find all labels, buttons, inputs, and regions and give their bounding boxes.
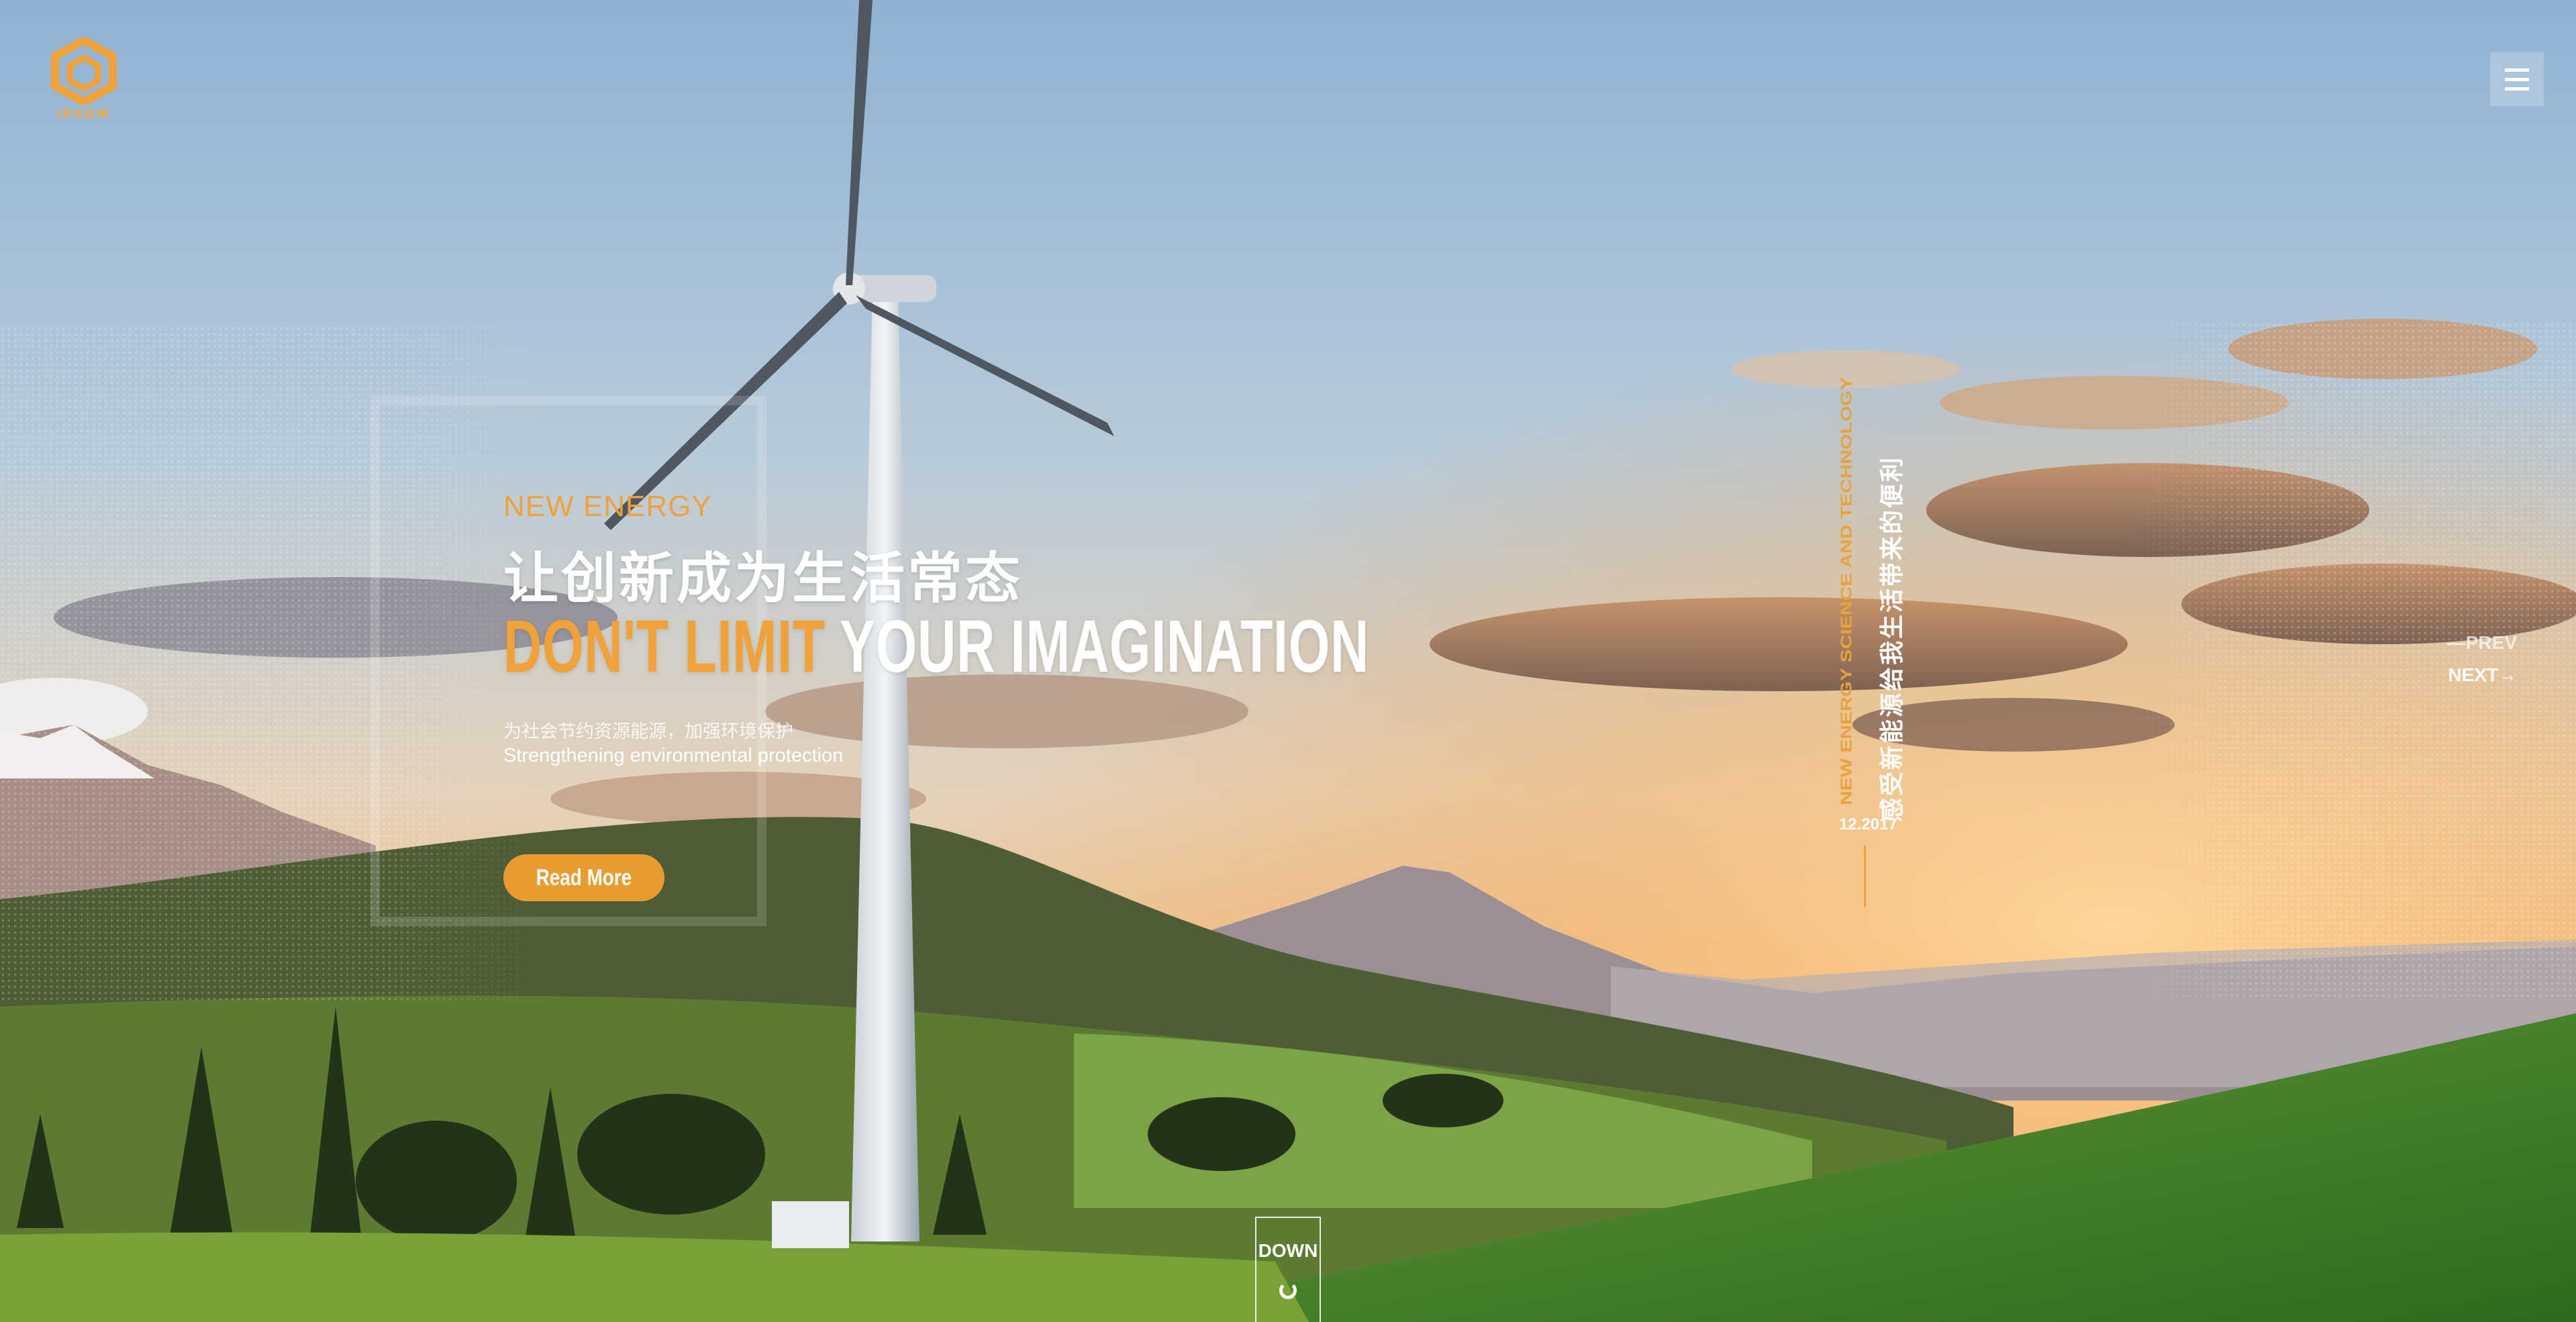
- hero-subtitle-en: Strengthening environmental protection: [503, 745, 844, 766]
- hexagon-logo-icon: [51, 38, 117, 105]
- arrow-right-icon: →: [2498, 664, 2517, 685]
- next-slide-button[interactable]: NEXT →: [2448, 664, 2517, 686]
- hero-subtitle-cn: 为社会节约资源能源，加强环境保护: [503, 721, 793, 742]
- dash-icon: —: [2446, 632, 2466, 653]
- side-caption-en: NEW ENERGY SCIENCE AND TECHNOLOGY: [1838, 376, 1855, 805]
- hero-headline-en: DON'T LIMIT YOUR IMAGINATION: [503, 604, 1369, 689]
- read-more-button[interactable]: Read More: [503, 854, 664, 901]
- scroll-down-button[interactable]: DOWN: [1255, 1217, 1321, 1322]
- headline-accent: DON'T LIMIT: [503, 605, 826, 688]
- logo[interactable]: IPSUM: [47, 38, 121, 125]
- prev-slide-button[interactable]: — PREV: [2447, 632, 2517, 654]
- dot-overlay-right: [2114, 322, 2576, 1000]
- circle-loader-icon: [1279, 1282, 1297, 1299]
- menu-button[interactable]: [2490, 52, 2544, 106]
- down-label: DOWN: [1258, 1240, 1318, 1261]
- side-caption-date: 12.2017: [1839, 815, 1897, 833]
- headline-rest: YOUR IMAGINATION: [840, 605, 1370, 688]
- hero-headline-cn: 让创新成为生活常态: [503, 548, 1024, 609]
- hero-eyebrow: NEW ENERGY: [503, 490, 712, 523]
- hamburger-menu-icon: [2505, 68, 2529, 72]
- side-caption-cn: 感受新能源给我生活带来的便利: [1878, 455, 1905, 822]
- logo-text: IPSUM: [56, 107, 111, 121]
- side-caption-line: [1864, 846, 1866, 907]
